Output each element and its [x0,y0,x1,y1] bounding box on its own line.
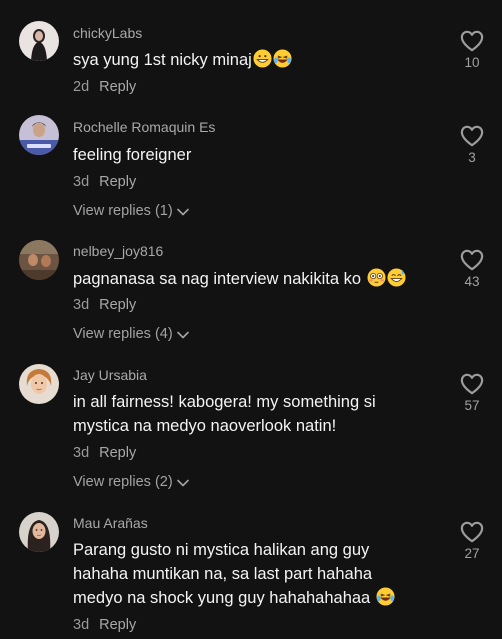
like-count: 57 [464,398,480,413]
like-count: 10 [464,55,480,70]
comment-time: 3d [73,174,90,190]
avatar[interactable] [19,115,59,155]
laughing-tears-emoji [273,49,292,68]
flushed-face-emoji [367,268,386,287]
view-replies-button[interactable]: View replies (4) [73,326,189,342]
comment-text-content: Parang gusto ni mystica halikan ang guy … [73,541,373,607]
avatar[interactable] [19,364,59,404]
avatar-image [19,115,59,155]
reply-button[interactable]: Reply [99,297,136,313]
laughing-tears-emoji [376,587,395,606]
comment-meta: 3d Reply [73,174,136,190]
comment-time: 3d [73,297,90,313]
comment-username[interactable]: Rochelle Romaquin Es [73,119,215,135]
heart-icon [460,249,484,271]
view-replies-button[interactable]: View replies (1) [73,203,189,219]
comment-time: 3d [73,617,90,633]
chevron-down-icon [176,479,189,487]
grinning-face-emoji [253,49,272,68]
comment-time: 3d [73,445,90,461]
comment-text: pagnanasa sa nag interview nakikita ko [73,267,418,291]
comment-meta: 3d Reply [73,297,136,313]
comment-meta: 3d Reply [73,445,136,461]
comment-text-content: sya yung 1st nicky minaj [73,51,252,69]
view-replies-label: View replies (4) [73,326,173,342]
reply-button[interactable]: Reply [99,174,136,190]
avatar-image [19,512,59,552]
view-replies-label: View replies (1) [73,203,173,219]
comment-text: feeling foreigner [73,143,418,167]
reply-button[interactable]: Reply [99,79,136,95]
comment-username[interactable]: chickyLabs [73,25,142,41]
reply-button[interactable]: Reply [99,445,136,461]
comment-text: Parang gusto ni mystica halikan ang guy … [73,538,418,610]
like-button[interactable]: 43 [452,249,492,289]
view-replies-label: View replies (2) [73,474,173,490]
comment-text-content: feeling foreigner [73,146,192,164]
comment-time: 2d [73,79,90,95]
comment-text: sya yung 1st nicky minaj [73,48,418,72]
comment-text-content: pagnanasa sa nag interview nakikita ko [73,270,362,288]
comment-text: in all fairness! kabogera! my something … [73,390,418,438]
comment-username[interactable]: nelbey_joy816 [73,243,163,259]
reply-button[interactable]: Reply [99,617,136,633]
avatar-image [19,364,59,404]
like-button[interactable]: 3 [452,125,492,165]
comment-username[interactable]: Jay Ursabia [73,367,147,383]
like-button[interactable]: 57 [452,373,492,413]
like-count: 3 [468,150,476,165]
chevron-down-icon [176,331,189,339]
like-count: 27 [464,546,480,561]
like-button[interactable]: 10 [452,30,492,70]
heart-icon [460,521,484,543]
like-button[interactable]: 27 [452,521,492,561]
comment-username[interactable]: Mau Arañas [73,515,148,531]
chevron-down-icon [176,208,189,216]
comment-text-content: in all fairness! kabogera! my something … [73,393,376,435]
heart-icon [460,373,484,395]
sweat-smile-emoji [387,268,406,287]
like-count: 43 [464,274,480,289]
heart-icon [460,30,484,52]
heart-icon [460,125,484,147]
comment-meta: 2d Reply [73,79,136,95]
avatar-image [19,21,59,61]
avatar[interactable] [19,21,59,61]
comment-meta: 3d Reply [73,617,136,633]
avatar[interactable] [19,240,59,280]
view-replies-button[interactable]: View replies (2) [73,474,189,490]
avatar[interactable] [19,512,59,552]
avatar-image [19,240,59,280]
